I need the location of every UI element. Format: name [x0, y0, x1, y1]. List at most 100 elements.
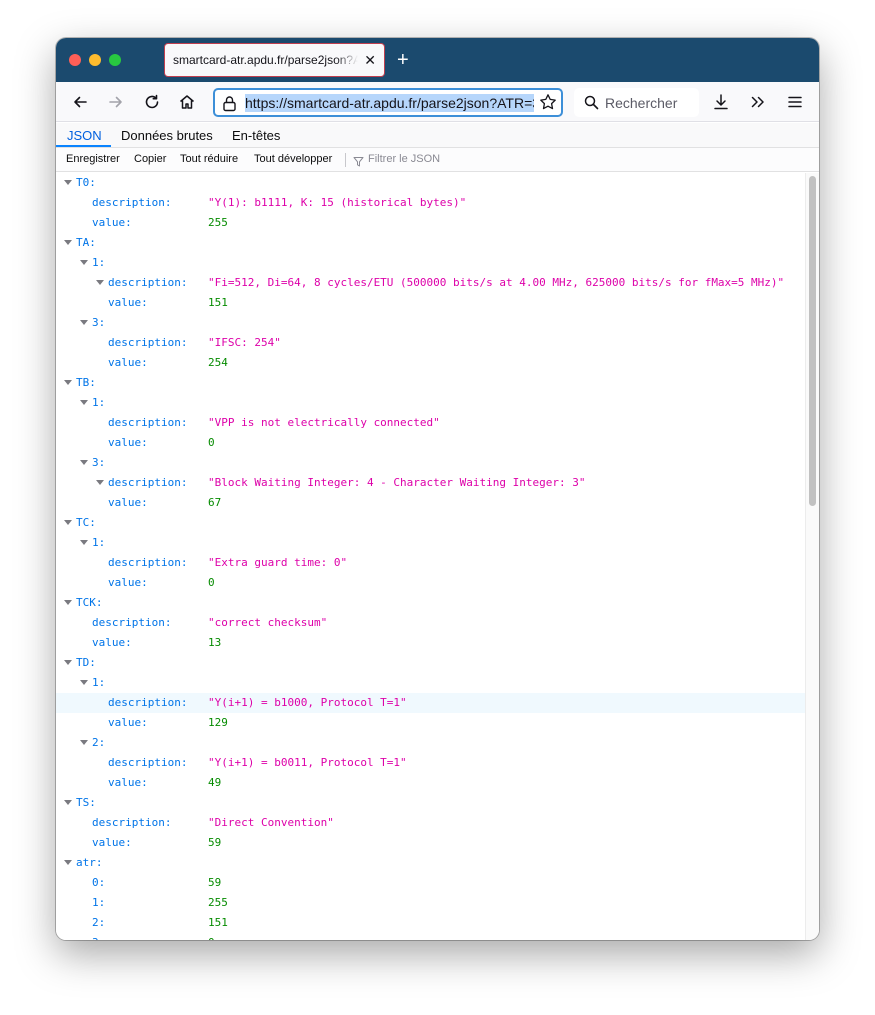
- tree-row[interactable]: 2: 151: [56, 913, 805, 933]
- menu-icon[interactable]: [783, 90, 807, 114]
- tree-value: "IFSC: 254": [208, 336, 281, 349]
- tree-row[interactable]: TC:: [56, 513, 805, 533]
- home-icon[interactable]: [175, 90, 199, 114]
- expand-twisty-icon[interactable]: [80, 460, 88, 465]
- expand-twisty-icon[interactable]: [64, 240, 72, 245]
- tree-row[interactable]: description: "Extra guard time: 0": [56, 553, 805, 573]
- expand-twisty-icon[interactable]: [64, 800, 72, 805]
- overflow-icon[interactable]: [746, 90, 770, 114]
- tree-key: 3:: [92, 456, 106, 469]
- tree-row[interactable]: value: 0: [56, 433, 805, 453]
- expand-all-button[interactable]: Tout développer: [254, 153, 332, 165]
- save-button[interactable]: Enregistrer: [66, 153, 120, 165]
- tree-row[interactable]: TS:: [56, 793, 805, 813]
- tree-row[interactable]: value: 13: [56, 633, 805, 653]
- minimize-window-button[interactable]: [89, 54, 101, 66]
- tree-value: "Block Waiting Integer: 4 - Character Wa…: [208, 476, 586, 489]
- lock-icon[interactable]: [222, 95, 237, 117]
- expand-twisty-icon[interactable]: [80, 740, 88, 745]
- scrollbar-thumb[interactable]: [809, 176, 816, 506]
- forward-icon[interactable]: [104, 90, 128, 114]
- expand-twisty-icon[interactable]: [80, 540, 88, 545]
- tree-value: 49: [208, 776, 222, 789]
- expand-twisty-icon[interactable]: [64, 380, 72, 385]
- expand-twisty-icon[interactable]: [80, 680, 88, 685]
- json-tree: T0: description: "Y(1): b1111, K: 15 (hist…: [56, 173, 805, 940]
- close-icon[interactable]: ✕: [364, 52, 376, 68]
- tree-key: value:: [108, 296, 148, 309]
- expand-twisty-icon[interactable]: [96, 480, 104, 485]
- tree-row[interactable]: value: 254: [56, 353, 805, 373]
- reload-icon[interactable]: [140, 90, 164, 114]
- tab-json[interactable]: JSON: [67, 128, 102, 143]
- expand-twisty-icon[interactable]: [80, 400, 88, 405]
- tree-row[interactable]: TA:: [56, 233, 805, 253]
- tree-row[interactable]: value: 129: [56, 713, 805, 733]
- tree-row[interactable]: T0:: [56, 173, 805, 193]
- close-window-button[interactable]: [69, 54, 81, 66]
- url-bar[interactable]: https://smartcard-atr.apdu.fr/parse2json…: [213, 88, 563, 117]
- tree-row[interactable]: 3: 0: [56, 933, 805, 940]
- search-box[interactable]: Rechercher: [574, 88, 699, 117]
- tab-headers[interactable]: En-têtes: [232, 128, 280, 143]
- tree-row[interactable]: TB:: [56, 373, 805, 393]
- tree-key: value:: [92, 216, 132, 229]
- tree-row[interactable]: value: 49: [56, 773, 805, 793]
- copy-button[interactable]: Copier: [134, 153, 166, 165]
- expand-twisty-icon[interactable]: [64, 860, 72, 865]
- filter-json-input[interactable]: Filtrer le JSON: [368, 153, 440, 165]
- tree-row[interactable]: description: "Direct Convention": [56, 813, 805, 833]
- scrollbar[interactable]: [805, 173, 819, 940]
- tree-row[interactable]: value: 255: [56, 213, 805, 233]
- tree-key: value:: [108, 716, 148, 729]
- tree-row[interactable]: 1:: [56, 393, 805, 413]
- tree-row[interactable]: value: 59: [56, 833, 805, 853]
- tree-value: 151: [208, 296, 228, 309]
- tree-row[interactable]: 1:: [56, 253, 805, 273]
- tree-row[interactable]: description: "Fi=512, Di=64, 8 cycles/ETU…: [56, 273, 805, 293]
- tree-key: 0:: [92, 876, 106, 889]
- tree-value: 0: [208, 933, 215, 940]
- expand-twisty-icon[interactable]: [64, 660, 72, 665]
- tree-row[interactable]: TD:: [56, 653, 805, 673]
- collapse-all-button[interactable]: Tout réduire: [180, 153, 238, 165]
- tree-row[interactable]: 0: 59: [56, 873, 805, 893]
- tree-row[interactable]: description: "correct checksum": [56, 613, 805, 633]
- tree-row[interactable]: value: 151: [56, 293, 805, 313]
- tree-row[interactable]: description: "Y(1): b1111, K: 15 (histori…: [56, 193, 805, 213]
- plus-icon[interactable]: +: [397, 49, 409, 71]
- browser-tab[interactable]: smartcard-atr.apdu.fr/parse2json?ATR=3BF…: [164, 43, 385, 77]
- tree-row[interactable]: 3:: [56, 453, 805, 473]
- tree-row[interactable]: 1:: [56, 673, 805, 693]
- tree-row[interactable]: 2:: [56, 733, 805, 753]
- expand-twisty-icon[interactable]: [80, 260, 88, 265]
- tree-row[interactable]: description: "IFSC: 254": [56, 333, 805, 353]
- tree-row[interactable]: TCK:: [56, 593, 805, 613]
- expand-twisty-icon[interactable]: [96, 280, 104, 285]
- tree-row[interactable]: description: "Block Waiting Integer: 4 - …: [56, 473, 805, 493]
- tree-row[interactable]: 3:: [56, 313, 805, 333]
- zoom-window-button[interactable]: [109, 54, 121, 66]
- back-icon[interactable]: [68, 90, 92, 114]
- tree-row[interactable]: atr:: [56, 853, 805, 873]
- url-text[interactable]: https://smartcard-atr.apdu.fr/parse2json…: [245, 94, 534, 112]
- download-icon[interactable]: [709, 90, 733, 114]
- tree-row[interactable]: 1:: [56, 533, 805, 553]
- tree-row[interactable]: description: "Y(i+1) = b0011, Protocol T=…: [56, 753, 805, 773]
- tree-key: TA:: [76, 236, 96, 249]
- expand-twisty-icon[interactable]: [80, 320, 88, 325]
- tree-row[interactable]: description: "Y(i+1) = b1000, Protocol T=…: [56, 693, 805, 713]
- tree-row[interactable]: 1: 255: [56, 893, 805, 913]
- tree-row[interactable]: value: 67: [56, 493, 805, 513]
- tree-value: 255: [208, 216, 228, 229]
- star-icon[interactable]: [539, 93, 557, 116]
- tree-row[interactable]: description: "VPP is not electrically con…: [56, 413, 805, 433]
- expand-twisty-icon[interactable]: [64, 520, 72, 525]
- tab-title: smartcard-atr.apdu.fr/parse2json?ATR=3BF…: [173, 53, 358, 67]
- search-input[interactable]: Rechercher: [605, 95, 677, 111]
- tree-key: value:: [108, 776, 148, 789]
- expand-twisty-icon[interactable]: [64, 180, 72, 185]
- tree-row[interactable]: value: 0: [56, 573, 805, 593]
- expand-twisty-icon[interactable]: [64, 600, 72, 605]
- tab-raw-data[interactable]: Données brutes: [121, 128, 213, 143]
